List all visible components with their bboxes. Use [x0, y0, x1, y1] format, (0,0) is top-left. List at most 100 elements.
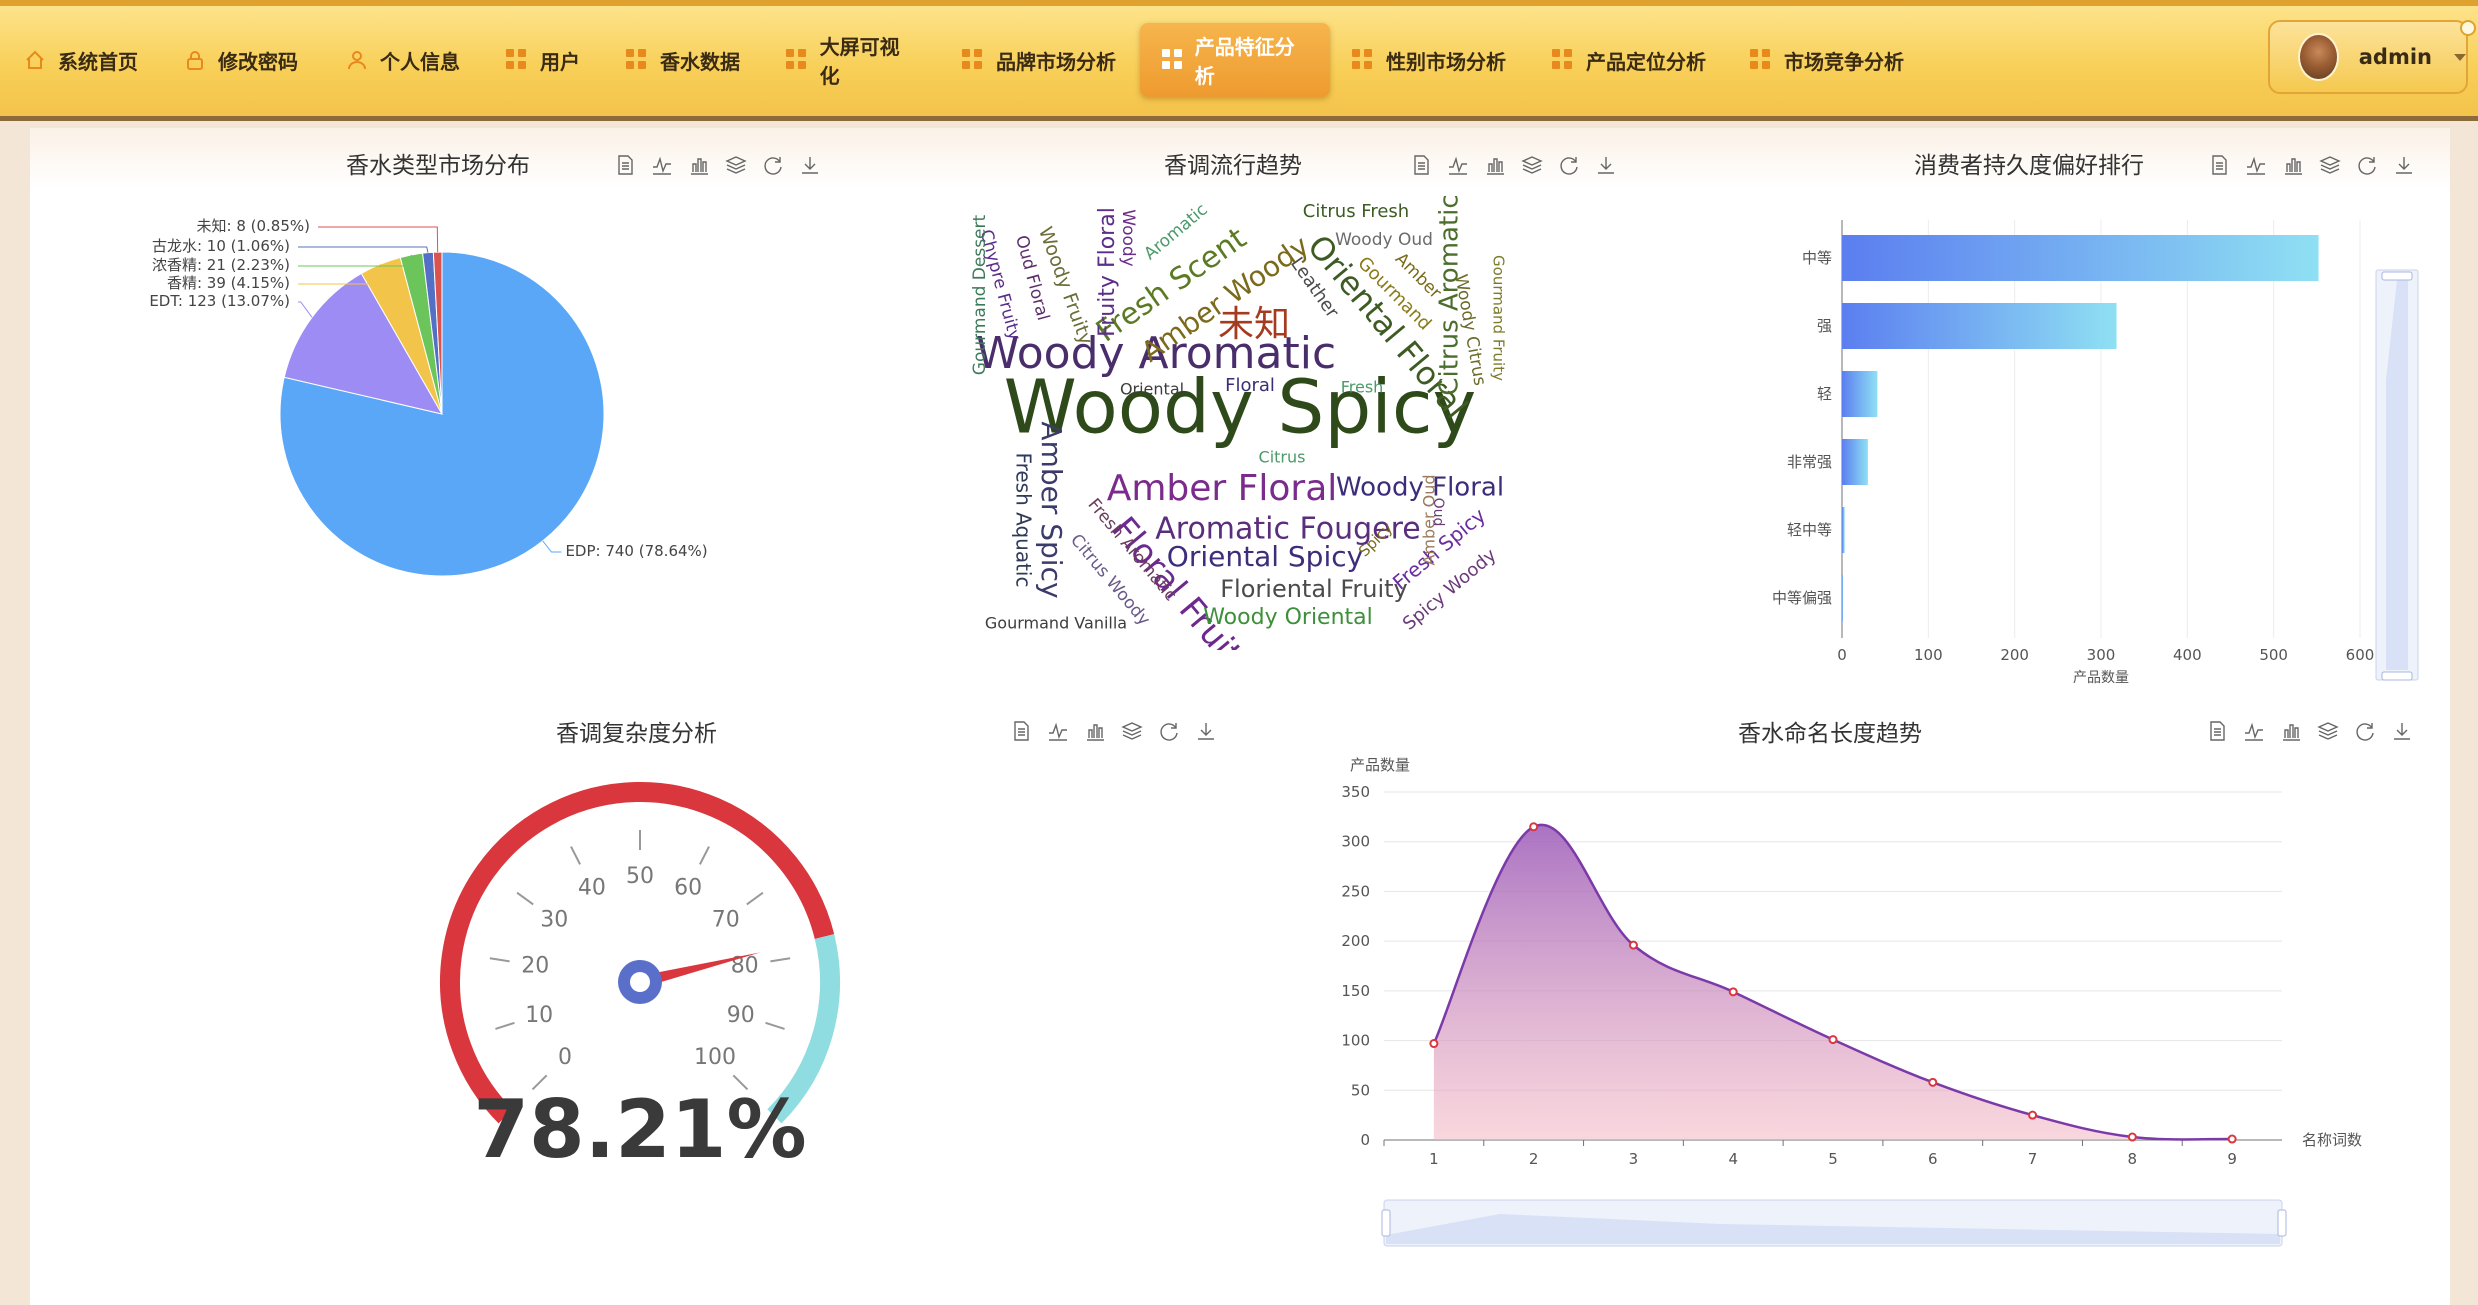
bar-x-tick: 100: [1914, 646, 1943, 664]
bar-非常强[interactable]: [1842, 439, 1868, 485]
bar-switch-icon[interactable]: [1084, 720, 1106, 742]
pie-label: EDT: 123 (13.07%): [149, 292, 290, 310]
pie-label-line: [298, 301, 313, 318]
area-data-point[interactable]: [1928, 1077, 1938, 1087]
nav-item-8[interactable]: 性别市场分析: [1330, 23, 1530, 97]
gauge-tick: [770, 957, 791, 963]
data-view-icon[interactable]: [2206, 720, 2228, 742]
line-switch-icon[interactable]: [651, 154, 673, 176]
area-data-point[interactable]: [1429, 1039, 1439, 1049]
bar-强[interactable]: [1842, 303, 2117, 349]
gauge-pivot-inner: [630, 972, 650, 992]
bar-x-tick: 600: [2346, 646, 2375, 664]
area-x-tick: 1: [1429, 1150, 1439, 1168]
pie-chart-title: 香水类型市场分布: [346, 153, 530, 179]
download-icon[interactable]: [1595, 154, 1617, 176]
data-view-icon[interactable]: [614, 154, 636, 176]
line-switch-icon[interactable]: [2243, 720, 2265, 742]
gauge-tick-label: 50: [626, 864, 654, 889]
data-view-icon[interactable]: [2208, 154, 2230, 176]
wordcloud-word: Oriental Spicy: [1167, 540, 1363, 573]
wordcloud-toolbox: [1410, 154, 1617, 176]
grid-icon: [506, 49, 528, 71]
stack-icon[interactable]: [725, 154, 747, 176]
area-data-point[interactable]: [1628, 940, 1638, 950]
refresh-icon[interactable]: [1558, 154, 1580, 176]
gauge-tick-label: 10: [525, 1003, 553, 1028]
refresh-icon[interactable]: [2356, 154, 2378, 176]
datazoom-handle[interactable]: [1381, 1209, 1391, 1237]
line-switch-icon[interactable]: [1447, 154, 1469, 176]
nav-item-0[interactable]: 系统首页: [0, 23, 162, 97]
download-icon[interactable]: [2391, 720, 2413, 742]
main-nav: 系统首页 修改密码 个人信息 用户 香水数据 大屏可视化 品牌市场分析 产品特征分析 性别市场分…: [0, 0, 1928, 120]
data-view-icon[interactable]: [1410, 154, 1432, 176]
download-icon[interactable]: [799, 154, 821, 176]
bar-中等[interactable]: [1842, 235, 2319, 281]
wordcloud-word: Fruity Floral: [1095, 207, 1120, 337]
nav-item-2[interactable]: 个人信息: [324, 23, 484, 97]
gauge-tick-label: 80: [731, 953, 759, 978]
bar-中等偏强[interactable]: [1842, 575, 1843, 621]
bar-轻[interactable]: [1842, 371, 1878, 417]
pie-label-line: [298, 246, 429, 253]
datazoom-handle[interactable]: [2277, 1209, 2287, 1237]
bar-x-tick: 300: [2087, 646, 2116, 664]
nav-item-10[interactable]: 市场竞争分析: [1728, 23, 1928, 97]
line-switch-icon[interactable]: [2245, 154, 2267, 176]
bar-switch-icon[interactable]: [688, 154, 710, 176]
pie-label-line: [318, 226, 439, 253]
area-data-point[interactable]: [1728, 987, 1738, 997]
stack-icon[interactable]: [2319, 154, 2341, 176]
area-y-tick: 200: [1341, 932, 1370, 950]
refresh-icon[interactable]: [1158, 720, 1180, 742]
line-switch-icon[interactable]: [1047, 720, 1069, 742]
nav-item-label: 品牌市场分析: [996, 49, 1116, 74]
bar-轻中等[interactable]: [1842, 507, 1845, 553]
lock-icon: [184, 49, 206, 71]
gauge-tick: [495, 1021, 515, 1030]
wordcloud-word: Gourmand Dessert: [970, 214, 990, 375]
bar-switch-icon[interactable]: [2280, 720, 2302, 742]
area-y-tick: 350: [1341, 783, 1370, 801]
area-y-axis-label: 产品数量: [1350, 756, 1410, 774]
nav-item-9[interactable]: 产品定位分析: [1530, 23, 1728, 97]
area-data-point[interactable]: [1529, 822, 1539, 832]
refresh-icon[interactable]: [2354, 720, 2376, 742]
wordcloud-word: Oriental: [1120, 380, 1184, 399]
wordcloud-word: Woody Oud: [1335, 230, 1433, 250]
grid-icon: [1352, 49, 1374, 71]
area-data-point[interactable]: [2127, 1132, 2137, 1142]
area-y-tick: 300: [1341, 833, 1370, 851]
download-icon[interactable]: [1195, 720, 1217, 742]
nav-item-label: 个人信息: [380, 49, 460, 74]
nav-item-5[interactable]: 大屏可视化: [764, 23, 940, 97]
gauge-tick-label: 20: [521, 953, 549, 978]
bar-x-tick: 200: [2000, 646, 2029, 664]
download-icon[interactable]: [2393, 154, 2415, 176]
nav-item-4[interactable]: 香水数据: [604, 23, 764, 97]
nav-item-1[interactable]: 修改密码: [162, 23, 324, 97]
nav-item-3[interactable]: 用户: [484, 23, 604, 97]
stack-icon[interactable]: [2317, 720, 2339, 742]
gauge-value: 78.21%: [473, 1083, 806, 1176]
nav-item-label: 市场竞争分析: [1784, 49, 1904, 74]
nav-item-6[interactable]: 品牌市场分析: [940, 23, 1140, 97]
wordcloud-word: Gourmand Fruity: [1490, 255, 1508, 381]
datazoom-handle[interactable]: [2381, 671, 2413, 681]
area-x-tick: 4: [1728, 1150, 1738, 1168]
stack-icon[interactable]: [1521, 154, 1543, 176]
area-data-point[interactable]: [1828, 1035, 1838, 1045]
user-menu[interactable]: admin: [2268, 20, 2468, 94]
refresh-icon[interactable]: [762, 154, 784, 176]
bar-switch-icon[interactable]: [2282, 154, 2304, 176]
area-data-point[interactable]: [2028, 1110, 2038, 1120]
area-data-point[interactable]: [2227, 1134, 2237, 1144]
data-view-icon[interactable]: [1010, 720, 1032, 742]
bar-switch-icon[interactable]: [1484, 154, 1506, 176]
datazoom-handle[interactable]: [2381, 271, 2413, 281]
grid-icon: [962, 49, 984, 71]
stack-icon[interactable]: [1121, 720, 1143, 742]
nav-item-7[interactable]: 产品特征分析: [1140, 23, 1330, 97]
pie-label: 浓香精: 21 (2.23%): [152, 256, 290, 274]
